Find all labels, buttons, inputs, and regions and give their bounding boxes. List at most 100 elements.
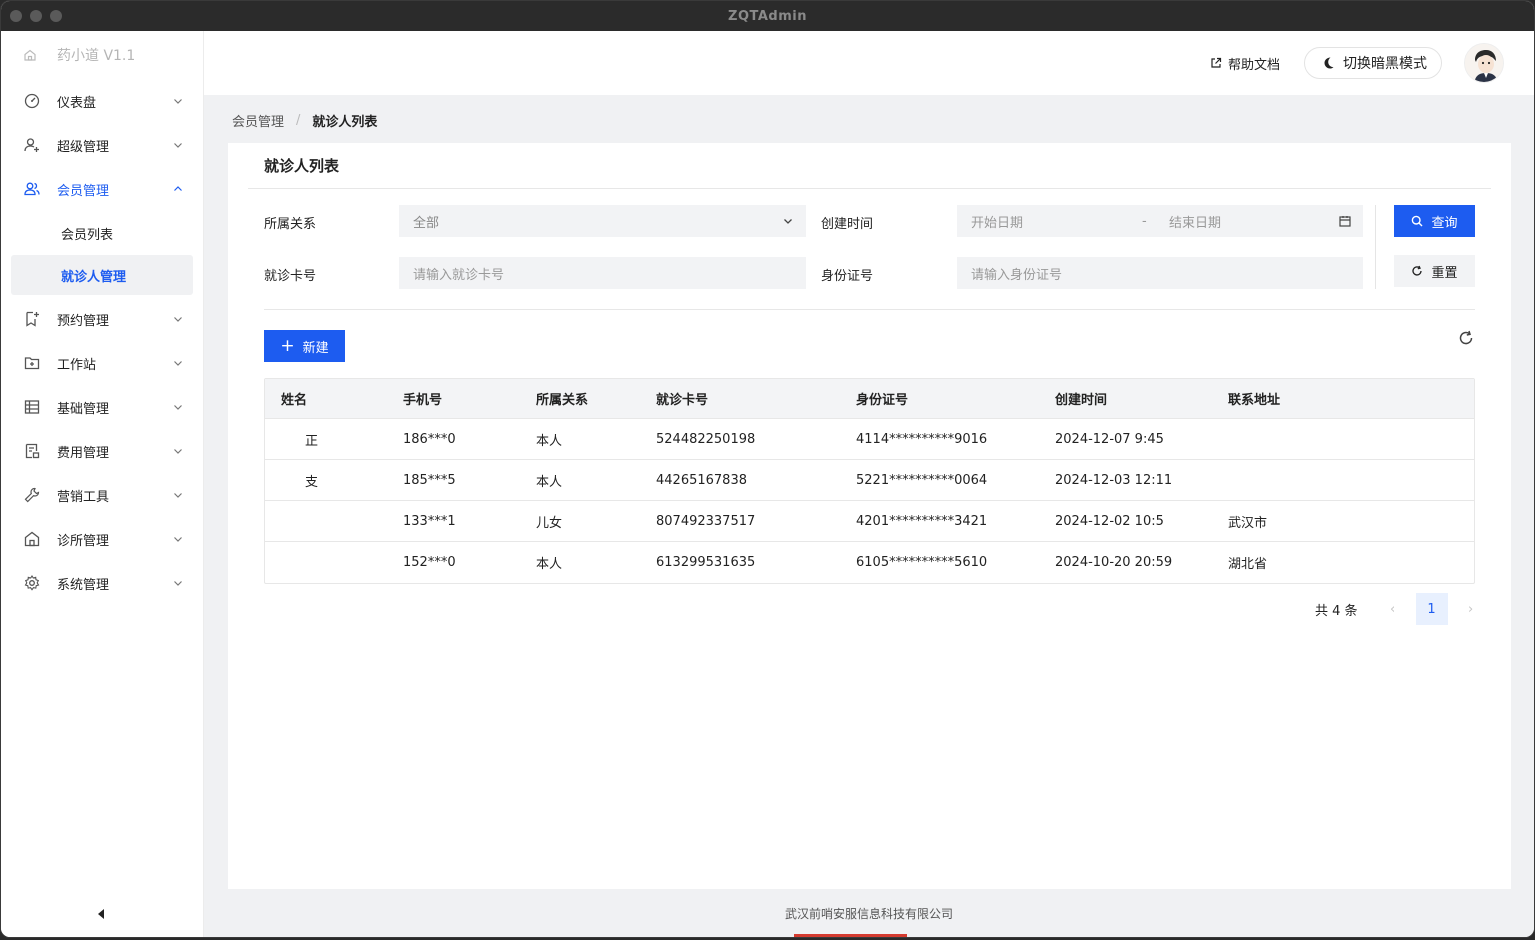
- relation-select[interactable]: 全部: [399, 205, 806, 237]
- external-link-icon: [1211, 57, 1222, 68]
- refresh-button[interactable]: [1458, 330, 1474, 350]
- page-title: 就诊人列表: [248, 143, 1491, 189]
- home-icon: [24, 49, 36, 61]
- sidebar-item-label: 诊所管理: [57, 533, 110, 549]
- patient-table: 姓名 手机号 所属关系 就诊卡号 身份证号 创建时间 联系地址 正 186***…: [264, 378, 1475, 584]
- users-icon: [24, 182, 40, 196]
- table-row[interactable]: 正 186***0 本人 524482250198 4114**********…: [265, 419, 1474, 460]
- reset-icon: [1412, 265, 1423, 276]
- app-logo: 药小道 V1.1: [1, 31, 203, 79]
- table-row[interactable]: 133***1 儿女 807492337517 4201**********34…: [265, 501, 1474, 542]
- date-range-picker[interactable]: 开始日期 - 结束日期: [957, 205, 1363, 237]
- section-divider: [264, 309, 1475, 310]
- sidebar-item-label: 超级管理: [57, 139, 110, 155]
- footer-company: 武汉前哨安服信息科技有限公司: [784, 907, 953, 921]
- cell-phone: 152***0: [403, 555, 456, 570]
- sidebar-item-label: 会员管理: [57, 183, 110, 199]
- title-bar: ZQTAdmin: [1, 1, 1534, 31]
- next-page-button[interactable]: ›: [1456, 602, 1486, 617]
- table-row[interactable]: 支 185***5 本人 44265167838 5221**********0…: [265, 460, 1474, 501]
- column-header-relation: 所属关系: [536, 393, 589, 408]
- sidebar-item-basic[interactable]: 基础管理: [1, 385, 203, 429]
- dock-indicator: [794, 934, 907, 937]
- column-header-name: 姓名: [281, 393, 308, 408]
- plus-icon: +: [280, 335, 295, 356]
- cell-card: 524482250198: [656, 431, 756, 447]
- created-time-label: 创建时间: [821, 217, 874, 232]
- cell-created: 2024-12-07 9:45: [1055, 431, 1164, 447]
- total-count: 共 4 条: [1315, 603, 1358, 619]
- sidebar-item-dashboard[interactable]: 仪表盘: [1, 79, 203, 123]
- chevron-down-icon: [174, 99, 182, 104]
- page-number-button[interactable]: 1: [1415, 593, 1448, 625]
- sidebar-item-marketing[interactable]: 营销工具: [1, 473, 203, 517]
- column-header-phone: 手机号: [403, 393, 443, 408]
- reset-label: 重置: [1431, 265, 1458, 281]
- column-header-address: 联系地址: [1228, 393, 1281, 408]
- chevron-up-icon: [174, 186, 182, 191]
- chevron-down-icon: [784, 219, 792, 224]
- sidebar-item-appointment[interactable]: 预约管理: [1, 297, 203, 341]
- sidebar-item-workstation[interactable]: 工作站: [1, 341, 203, 385]
- sidebar-item-member[interactable]: 会员管理: [1, 167, 203, 211]
- card-number-input[interactable]: 请输入就诊卡号: [399, 257, 806, 289]
- sidebar-item-fees[interactable]: 费用管理: [1, 429, 203, 473]
- reset-button[interactable]: 重置: [1394, 255, 1475, 287]
- sidebar-item-super-admin[interactable]: 超级管理: [1, 123, 203, 167]
- date-range-separator: -: [1142, 213, 1147, 229]
- app-name: 药小道 V1.1: [57, 48, 136, 64]
- prev-page-button[interactable]: ‹: [1378, 602, 1408, 617]
- help-docs-link[interactable]: 帮助文档: [1210, 54, 1280, 73]
- bookmark-icon: [26, 311, 39, 327]
- card-number-label: 就诊卡号: [264, 269, 317, 284]
- breadcrumb-parent[interactable]: 会员管理: [232, 111, 284, 130]
- column-header-id: 身份证号: [856, 393, 909, 408]
- help-docs-label: 帮助文档: [1227, 57, 1280, 73]
- cell-address: 湖北省: [1228, 557, 1268, 572]
- relation-select-value: 全部: [413, 215, 440, 231]
- cell-name: 正: [305, 433, 319, 449]
- chevron-down-icon: [174, 361, 182, 366]
- sidebar-subitem-member-list[interactable]: 会员列表: [11, 213, 193, 253]
- content-card: 就诊人列表 所属关系 全部 创建时间 开始日期 - 结束日期 就诊卡号 请输入就…: [228, 143, 1511, 889]
- cell-card: 613299531635: [656, 555, 756, 570]
- gear-icon: [24, 575, 40, 591]
- end-date-input[interactable]: 结束日期: [1169, 212, 1221, 231]
- pagination: 共 4 条 ‹ 1 ›: [1315, 593, 1486, 625]
- cell-id: 4201**********3421: [856, 513, 988, 529]
- main-area: 帮助文档 切换暗黑模式 会员管理 / 就诊人列表 就诊人列表 所属关系 全部 创…: [204, 31, 1534, 937]
- table-row[interactable]: 152***0 本人 613299531635 6105**********56…: [265, 542, 1474, 583]
- sidebar-item-clinic[interactable]: 诊所管理: [1, 517, 203, 561]
- app-window: ZQTAdmin 药小道 V1.1 仪表盘 超级管理 会员管理 会员列表 就诊人…: [0, 0, 1535, 938]
- sidebar-item-system[interactable]: 系统管理: [1, 561, 203, 605]
- cell-card: 807492337517: [656, 513, 756, 529]
- sidebar-item-label: 系统管理: [57, 577, 110, 593]
- dashboard-icon: [24, 93, 40, 109]
- window-title: ZQTAdmin: [728, 8, 807, 24]
- sidebar: 药小道 V1.1 仪表盘 超级管理 会员管理 会员列表 就诊人管理 预约管理 工…: [1, 31, 204, 937]
- cell-address: 武汉市: [1228, 515, 1268, 531]
- relation-label: 所属关系: [264, 217, 317, 232]
- cell-relation: 本人: [536, 557, 563, 572]
- cell-relation: 儿女: [536, 515, 563, 531]
- start-date-input[interactable]: 开始日期: [971, 212, 1023, 231]
- new-button[interactable]: + 新建: [264, 330, 345, 362]
- user-add-icon: [24, 138, 39, 152]
- folder-add-icon: [24, 357, 40, 370]
- cell-relation: 本人: [536, 474, 563, 490]
- query-button[interactable]: 查询: [1394, 205, 1475, 237]
- breadcrumb-current: 就诊人列表: [312, 115, 378, 130]
- query-label: 查询: [1431, 215, 1458, 231]
- id-number-input[interactable]: 请输入身份证号: [957, 257, 1363, 289]
- user-avatar[interactable]: [1464, 43, 1504, 83]
- top-header: 帮助文档 切换暗黑模式: [204, 31, 1534, 95]
- search-icon: [1412, 215, 1423, 227]
- dark-mode-toggle[interactable]: 切换暗黑模式: [1304, 47, 1442, 79]
- sidebar-subitem-patient-management[interactable]: 就诊人管理: [11, 255, 193, 295]
- chevron-down-icon: [174, 493, 182, 498]
- collapse-sidebar-button[interactable]: [98, 909, 104, 919]
- cell-phone: 186***0: [403, 431, 456, 447]
- sidebar-item-label: 预约管理: [57, 313, 110, 329]
- sidebar-item-label: 仪表盘: [57, 95, 97, 111]
- breadcrumb-separator: /: [296, 113, 301, 128]
